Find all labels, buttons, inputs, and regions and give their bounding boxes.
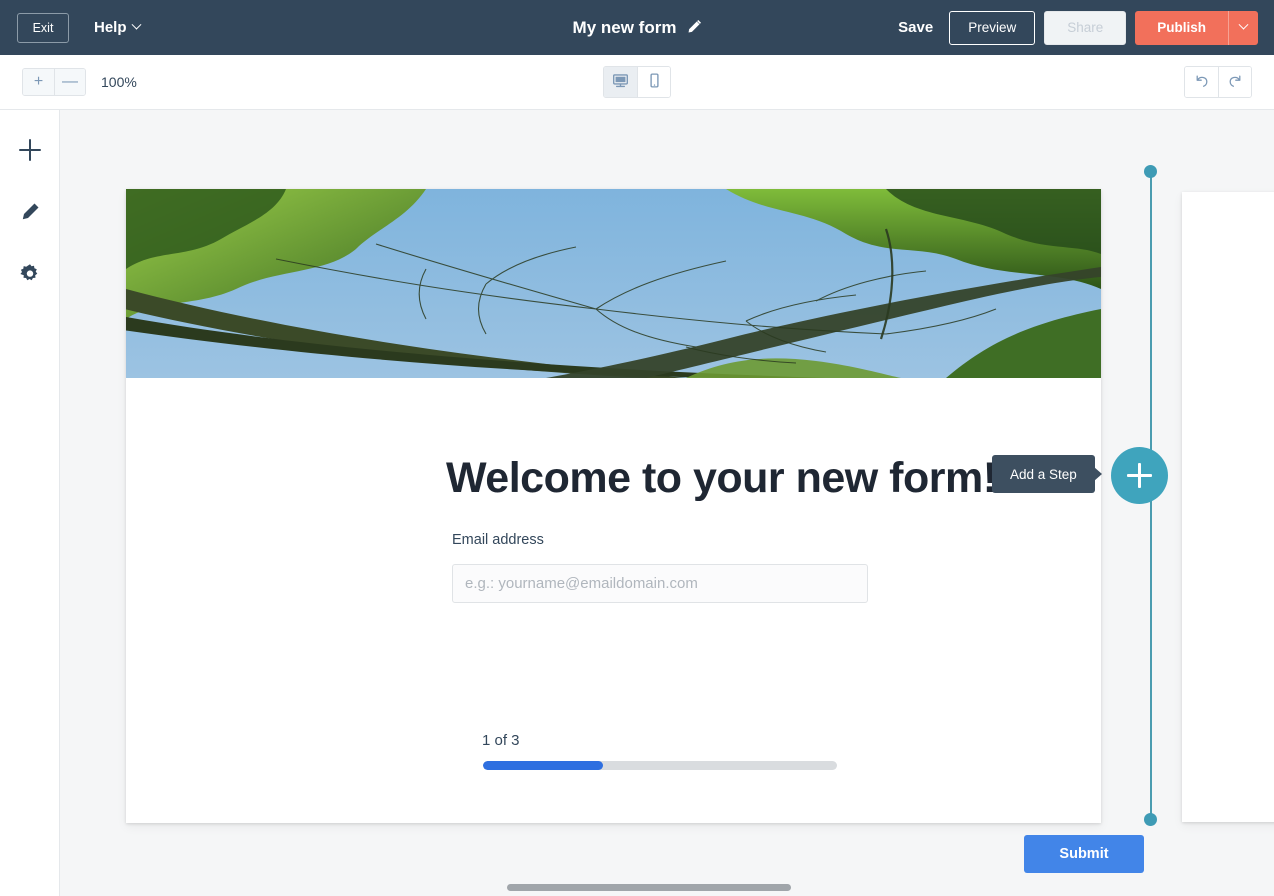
form-editor-canvas[interactable]: Welcome to your new form! Email address … — [60, 110, 1274, 896]
email-field[interactable] — [452, 564, 868, 603]
sidebar-item-settings[interactable] — [14, 260, 46, 292]
horizontal-scrollbar-thumb[interactable] — [507, 884, 791, 891]
editor-toolbar: + — 100% — [0, 55, 1274, 110]
exit-button[interactable]: Exit — [17, 13, 69, 43]
chevron-down-icon — [1239, 20, 1249, 30]
zoom-controls: + — — [22, 68, 86, 96]
redo-arrow-icon — [1227, 73, 1243, 92]
submit-button[interactable]: Submit — [1024, 835, 1144, 873]
sidebar-item-add[interactable] — [14, 136, 46, 168]
mobile-phone-icon — [646, 72, 663, 92]
history-controls — [1184, 66, 1252, 98]
publish-dropdown-button[interactable] — [1228, 11, 1258, 45]
publish-button[interactable]: Publish — [1135, 11, 1228, 45]
redo-button[interactable] — [1218, 67, 1251, 97]
zoom-level-label: 100% — [101, 74, 137, 90]
publish-button-group: Publish — [1135, 11, 1258, 45]
help-label: Help — [94, 19, 127, 36]
plus-icon-vertical — [1138, 463, 1141, 488]
left-sidebar — [0, 110, 60, 896]
form-heading: Welcome to your new form! — [446, 454, 997, 503]
plus-icon — [17, 137, 43, 168]
device-mobile-button[interactable] — [637, 67, 670, 97]
help-menu[interactable]: Help — [94, 19, 140, 36]
share-button: Share — [1044, 11, 1126, 45]
undo-arrow-icon — [1194, 73, 1210, 92]
horizontal-scrollbar[interactable] — [60, 879, 1274, 896]
device-desktop-button[interactable] — [604, 67, 637, 97]
form-step-card-one[interactable]: Welcome to your new form! Email address … — [126, 189, 1101, 823]
banner-image — [126, 189, 1101, 378]
progress-bar-fill — [483, 761, 603, 770]
pencil-icon[interactable] — [686, 20, 701, 35]
top-bar: Exit Help My new form Save Preview Share… — [0, 0, 1274, 55]
desktop-monitor-icon — [612, 72, 629, 92]
add-step-button[interactable] — [1111, 447, 1168, 504]
gear-icon — [18, 262, 42, 291]
form-step-card-two[interactable]: Tha sub forr We’ll be — [1182, 192, 1274, 822]
undo-button[interactable] — [1185, 67, 1218, 97]
zoom-out-button[interactable]: — — [54, 69, 85, 95]
add-step-tooltip: Add a Step — [992, 455, 1095, 493]
email-field-label: Email address — [452, 532, 544, 548]
chevron-down-icon — [131, 20, 141, 30]
connector-dot-bottom — [1144, 813, 1157, 826]
form-card-body: Welcome to your new form! Email address … — [126, 378, 1101, 823]
preview-button[interactable]: Preview — [949, 11, 1035, 45]
sidebar-item-design[interactable] — [14, 198, 46, 230]
progress-step-label: 1 of 3 — [482, 732, 520, 749]
save-button[interactable]: Save — [882, 19, 949, 36]
pencil-icon — [18, 200, 42, 229]
connector-dot-top — [1144, 165, 1157, 178]
progress-bar — [483, 761, 837, 770]
zoom-in-button[interactable]: + — [23, 69, 54, 95]
page-title: My new form — [573, 18, 677, 38]
top-bar-actions: Save Preview Share Publish — [882, 11, 1258, 45]
device-preview-toggle — [603, 66, 671, 98]
